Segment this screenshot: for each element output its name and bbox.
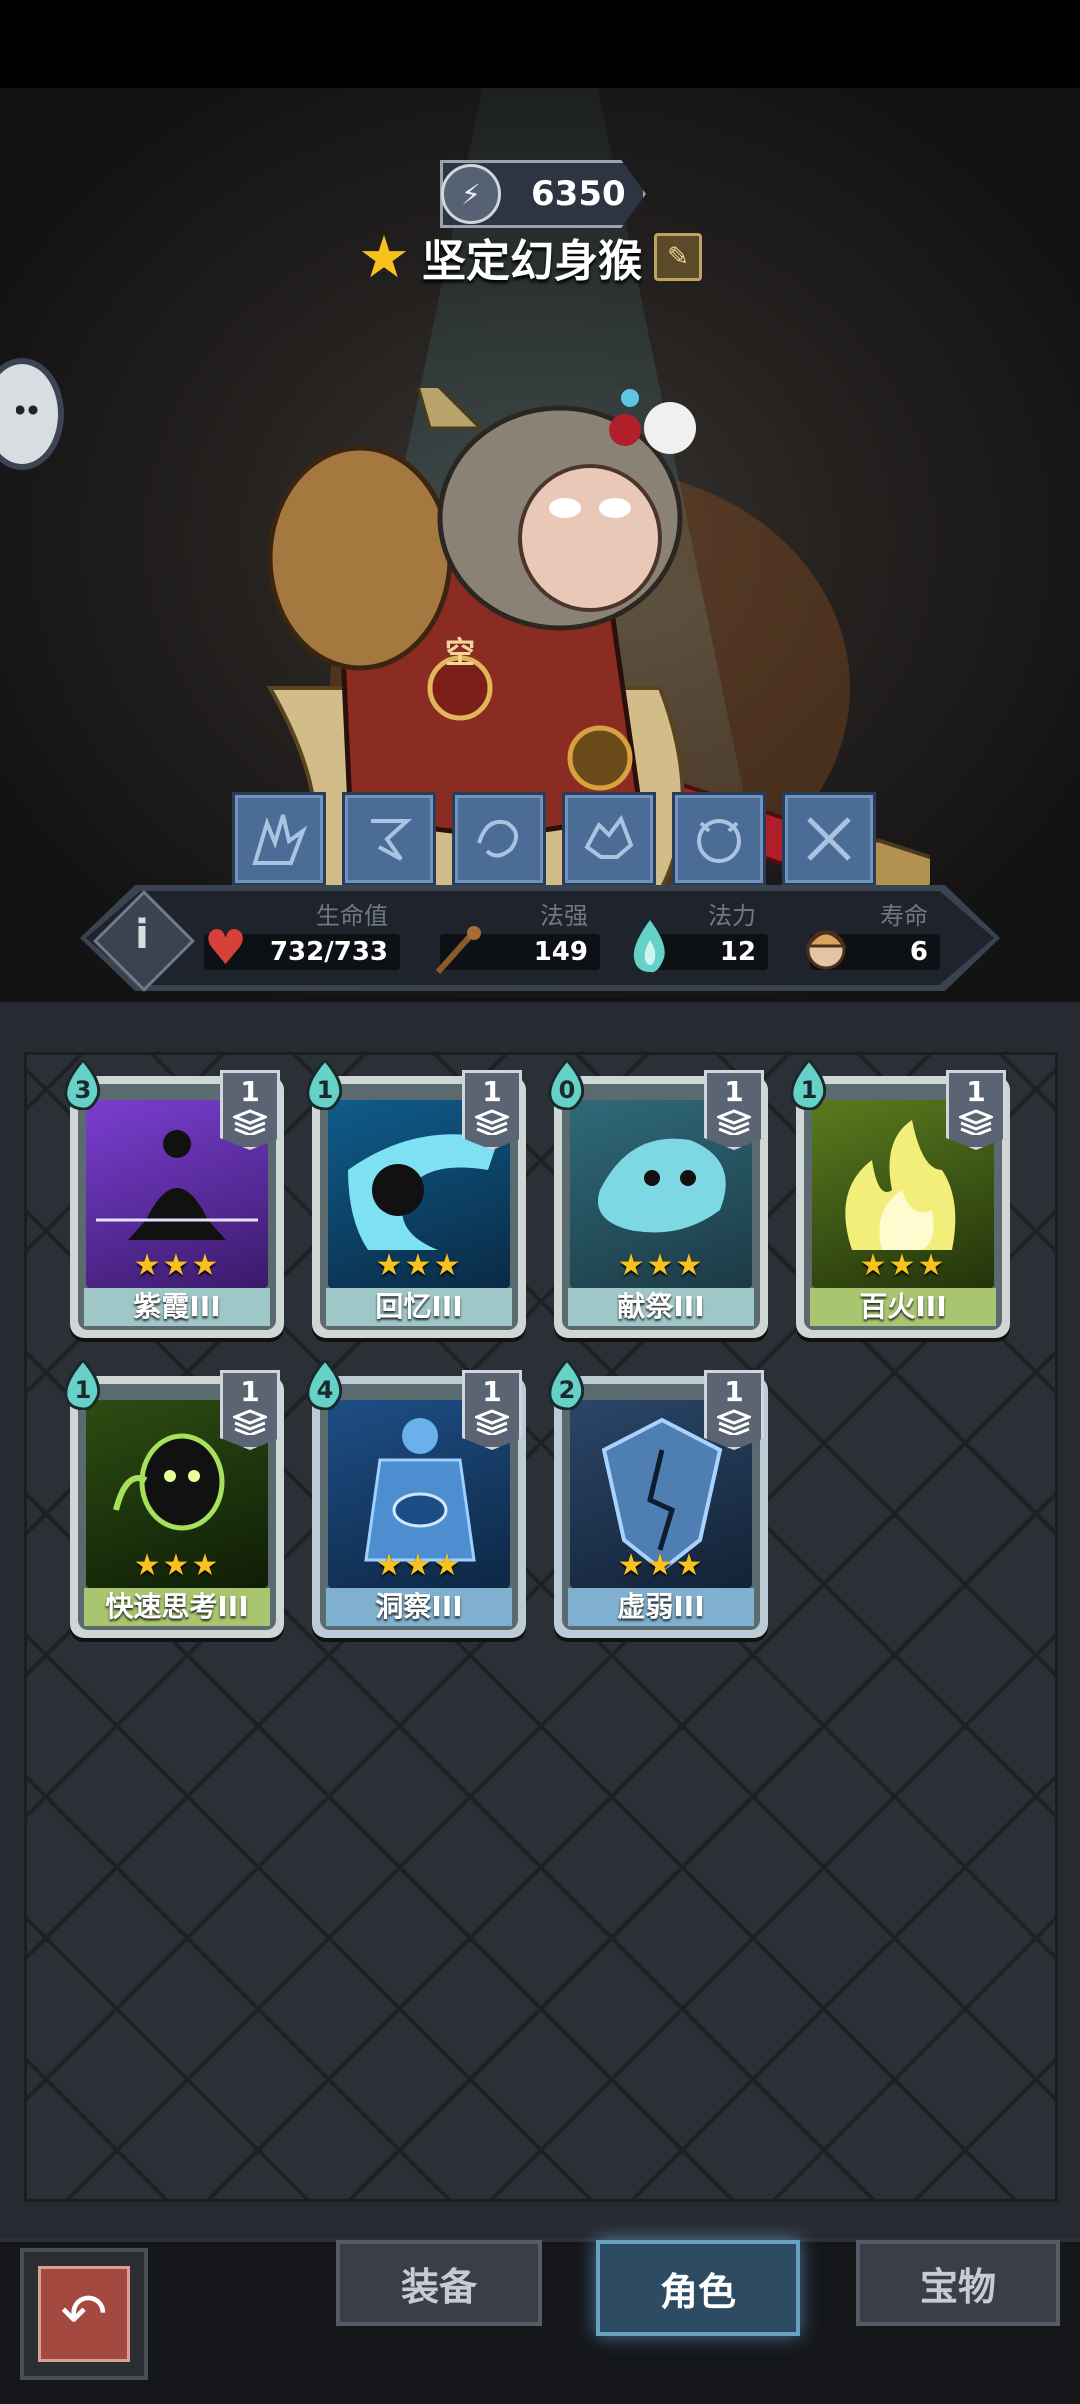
layers-icon	[717, 1109, 751, 1135]
hero-badge: 空	[445, 636, 475, 671]
skill-slots	[232, 792, 876, 886]
card-stars: ★★★	[617, 1548, 705, 1583]
stat-label: 法力	[708, 902, 756, 930]
stat-lifespan: 寿命 6	[800, 896, 940, 986]
skill-slot[interactable]	[452, 792, 546, 886]
card-stars: ★★★	[375, 1548, 463, 1583]
card-stars: ★★★	[133, 1548, 221, 1583]
stat-spell-power: 法强 149	[430, 896, 600, 986]
card-level-badge: 1	[220, 1070, 280, 1150]
card-stars: ★★★	[133, 1248, 221, 1283]
card-stars: ★★★	[859, 1248, 947, 1283]
card-name: 快速思考III	[84, 1588, 270, 1626]
card-level-badge: 1	[220, 1370, 280, 1450]
card-level: 1	[240, 1375, 260, 1408]
stat-label: 生命值	[316, 902, 388, 930]
layers-icon	[233, 1109, 267, 1135]
stat-mana: 法力 12	[628, 896, 768, 986]
info-icon: i	[135, 912, 149, 958]
mana-flame-icon	[633, 920, 665, 973]
skill-slot[interactable]	[342, 792, 436, 886]
card-level: 1	[724, 1075, 744, 1108]
card-stars: ★★★	[375, 1248, 463, 1283]
card-level: 1	[240, 1075, 260, 1108]
card[interactable]: ★★★ 洞察III 4 1	[306, 1360, 526, 1638]
return-arrow-icon: ↶	[38, 2266, 130, 2362]
card-name: 献祭III	[568, 1288, 754, 1326]
card-cost: 3	[74, 1076, 92, 1104]
power-rating: ⚡ 6350	[440, 160, 646, 228]
card-level-badge: 1	[704, 1370, 764, 1450]
power-icon: ⚡	[441, 164, 501, 224]
layers-icon	[475, 1109, 509, 1135]
card-cost: 0	[558, 1076, 576, 1104]
card-level: 1	[724, 1375, 744, 1408]
card-level-badge: 1	[462, 1370, 522, 1450]
hook-icon	[371, 819, 413, 861]
stat-label: 寿命	[880, 902, 928, 930]
swirl-icon	[477, 820, 519, 858]
card[interactable]: ★★★ 虚弱III 2 1	[548, 1360, 768, 1638]
character-portrait-icon	[805, 930, 847, 970]
card-name: 洞察III	[326, 1588, 512, 1626]
card-cost: 4	[316, 1376, 334, 1404]
card-name: 紫霞III	[84, 1288, 270, 1326]
card-level: 1	[482, 1375, 502, 1408]
hero-name-row: ★ 坚定幻身猴 ✎	[358, 225, 702, 289]
side-character-avatar[interactable]	[0, 358, 64, 470]
card-name: 百火III	[810, 1288, 996, 1326]
staff-icon	[435, 926, 481, 975]
card[interactable]: ★★★ 百火III 1 1	[790, 1060, 1010, 1338]
card-cost: 2	[558, 1376, 576, 1404]
stat-label: 法强	[540, 902, 588, 930]
card-level-badge: 1	[462, 1070, 522, 1150]
heart-icon: ♥	[204, 920, 248, 976]
card[interactable]: ★★★ 紫霞III 3 1	[64, 1060, 284, 1338]
layers-icon	[959, 1109, 993, 1135]
layers-icon	[475, 1409, 509, 1435]
burst-icon	[252, 814, 308, 865]
skill-slot[interactable]	[562, 792, 656, 886]
tab-equipment[interactable]: 装备	[336, 2240, 542, 2326]
card-level-badge: 1	[946, 1070, 1006, 1150]
demon-face-icon	[697, 819, 741, 863]
stat-hp: 生命值 732/733 ♥	[200, 896, 400, 986]
card-name: 回忆III	[326, 1288, 512, 1326]
power-value: 6350	[531, 174, 626, 214]
card-name: 虚弱III	[568, 1588, 754, 1626]
layers-icon	[233, 1409, 267, 1435]
card[interactable]: ★★★ 快速思考III 1 1	[64, 1360, 284, 1638]
layers-icon	[717, 1409, 751, 1435]
card-cost: 1	[316, 1076, 334, 1104]
status-bar	[0, 0, 1080, 88]
skill-slot[interactable]	[232, 792, 326, 886]
card-level: 1	[482, 1075, 502, 1108]
card-cost: 1	[74, 1376, 92, 1404]
skill-slot[interactable]	[672, 792, 766, 886]
card-level: 1	[966, 1075, 986, 1108]
skill-slot[interactable]	[782, 792, 876, 886]
tab-treasure[interactable]: 宝物	[856, 2240, 1060, 2326]
tab-character[interactable]: 角色	[596, 2240, 800, 2336]
back-button[interactable]: ↶	[20, 2248, 148, 2380]
card-stars: ★★★	[617, 1248, 705, 1283]
star-icon: ★	[358, 223, 410, 291]
card[interactable]: ★★★ 献祭III 0 1	[548, 1060, 768, 1338]
hero-name: 坚定幻身猴	[422, 236, 642, 287]
card[interactable]: ★★★ 回忆III 1 1	[306, 1060, 526, 1338]
crossed-swords-icon	[807, 817, 851, 861]
card-level-badge: 1	[704, 1070, 764, 1150]
card-cost: 1	[800, 1076, 818, 1104]
edit-name-button[interactable]: ✎	[654, 233, 702, 281]
beast-icon	[584, 814, 634, 859]
